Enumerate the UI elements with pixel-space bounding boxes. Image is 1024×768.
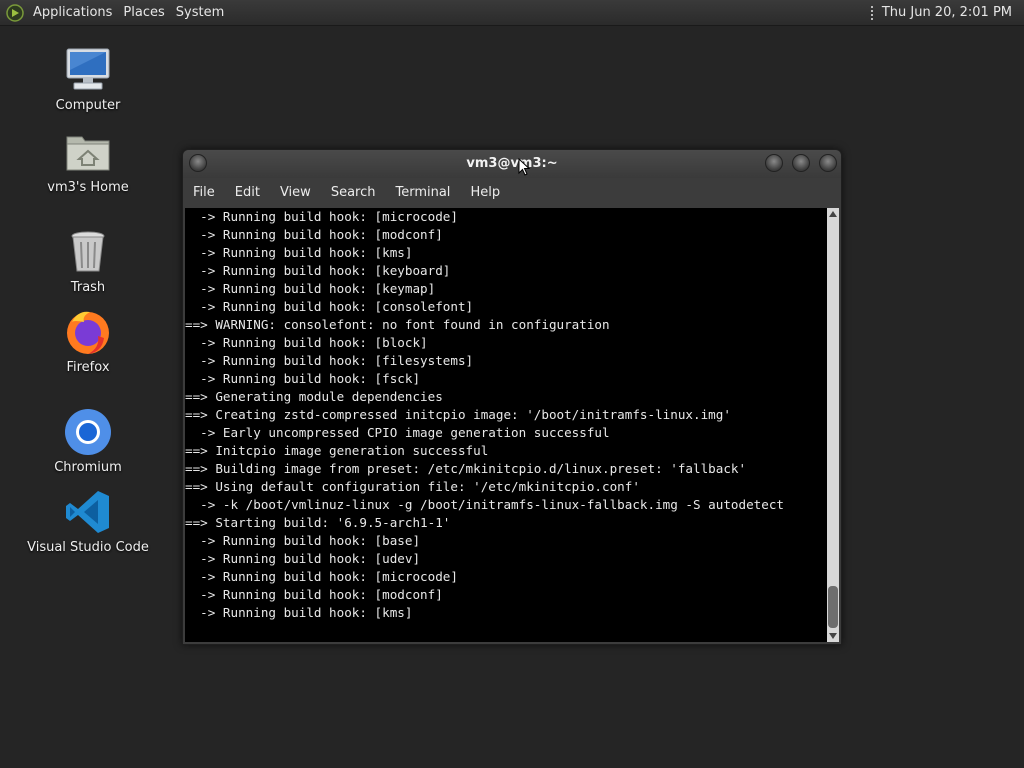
terminal-line: -> Running build hook: [kms]: [185, 245, 413, 260]
menu-edit[interactable]: Edit: [225, 178, 270, 208]
trash-icon: [71, 231, 105, 272]
window-title: vm3@vm3:~: [466, 156, 558, 171]
terminal-line: ==> Initcpio image generation successful: [185, 443, 489, 458]
terminal-line: ==> Building image from preset: /etc/mki…: [185, 461, 747, 476]
close-button[interactable]: [819, 154, 837, 172]
desktop-icon-vscode[interactable]: Visual Studio Code: [23, 488, 153, 555]
scroll-up-arrow-icon[interactable]: [829, 211, 837, 217]
terminal-line: ==> WARNING: consolefont: no font found …: [185, 317, 610, 332]
menu-help[interactable]: Help: [460, 178, 510, 208]
desktop-icon-label: vm3's Home: [47, 180, 129, 195]
scrollbar-thumb[interactable]: [828, 586, 838, 628]
applications-menu[interactable]: Applications: [29, 0, 119, 25]
terminal-line: -> Running build hook: [filesystems]: [185, 353, 474, 368]
minimize-button[interactable]: [765, 154, 783, 172]
chromium-icon: [65, 409, 111, 455]
terminal-line: -> Running build hook: [microcode]: [185, 569, 458, 584]
terminal-line: -> Running build hook: [modconf]: [185, 227, 443, 242]
terminal-scrollbar[interactable]: [827, 208, 839, 642]
desktop-icon-computer[interactable]: Computer: [23, 46, 153, 113]
terminal-line: ==> Starting build: '6.9.5-arch1-1': [185, 515, 451, 530]
desktop-icon-label: Chromium: [54, 460, 122, 475]
desktop-icon-label: Computer: [55, 98, 121, 113]
home-folder-icon: [66, 136, 110, 171]
firefox-icon: [67, 311, 109, 354]
terminal-line: -> Running build hook: [modconf]: [185, 587, 443, 602]
scroll-down-arrow-icon[interactable]: [829, 633, 837, 639]
terminal-window: vm3@vm3:~ File Edit View Search Terminal…: [182, 149, 842, 645]
terminal-line: ==> Generating module dependencies: [185, 389, 443, 404]
mouse-cursor-icon: [518, 158, 530, 176]
desktop-icon-trash[interactable]: Trash: [23, 228, 153, 295]
desktop-icon-chromium[interactable]: Chromium: [23, 408, 153, 475]
terminal-menubar: File Edit View Search Terminal Help: [183, 178, 841, 208]
terminal-line: -> Running build hook: [keyboard]: [185, 263, 451, 278]
top-panel: Applications Places System Thu Jun 20, 2…: [0, 0, 1024, 26]
menu-search[interactable]: Search: [321, 178, 386, 208]
computer-icon: [66, 48, 110, 90]
terminal-line: -> Running build hook: [consolefont]: [185, 299, 474, 314]
terminal-line: -> Running build hook: [udev]: [185, 551, 421, 566]
terminal-line: -> Running build hook: [microcode]: [185, 209, 458, 224]
desktop-icon-home[interactable]: vm3's Home: [23, 128, 153, 195]
terminal-line: -> Running build hook: [block]: [185, 335, 428, 350]
desktop-icon-label: Visual Studio Code: [27, 540, 149, 555]
system-menu[interactable]: System: [172, 0, 231, 25]
terminal-output[interactable]: -> Running build hook: [microcode] -> Ru…: [185, 208, 827, 642]
places-menu[interactable]: Places: [119, 0, 171, 25]
panel-handle-icon: [870, 5, 873, 20]
panel-menus: Applications Places System: [6, 0, 231, 25]
distro-logo-icon[interactable]: [6, 3, 24, 22]
terminal-line: -> Running build hook: [keymap]: [185, 281, 436, 296]
maximize-button[interactable]: [792, 154, 810, 172]
clock[interactable]: Thu Jun 20, 2:01 PM: [882, 5, 1012, 20]
menu-terminal[interactable]: Terminal: [385, 178, 460, 208]
terminal-line: -> Early uncompressed CPIO image generat…: [185, 425, 610, 440]
panel-right: Thu Jun 20, 2:01 PM: [870, 0, 1012, 25]
terminal-line: -> -k /boot/vmlinuz-linux -g /boot/initr…: [185, 497, 784, 512]
terminal-line: ==> Creating zstd-compressed initcpio im…: [185, 407, 731, 422]
menu-file[interactable]: File: [183, 178, 225, 208]
terminal-line: -> Running build hook: [fsck]: [185, 371, 421, 386]
desktop-icon-label: Trash: [70, 280, 106, 295]
menu-view[interactable]: View: [270, 178, 321, 208]
window-titlebar[interactable]: vm3@vm3:~: [183, 150, 841, 178]
desktop-icon-firefox[interactable]: Firefox: [23, 308, 153, 375]
terminal-line: ==> Using default configuration file: '/…: [185, 479, 640, 494]
terminal-line: -> Running build hook: [kms]: [185, 605, 413, 620]
terminal-line: -> Running build hook: [base]: [185, 533, 421, 548]
vscode-icon: [66, 491, 109, 533]
desktop-icon-label: Firefox: [66, 360, 110, 375]
